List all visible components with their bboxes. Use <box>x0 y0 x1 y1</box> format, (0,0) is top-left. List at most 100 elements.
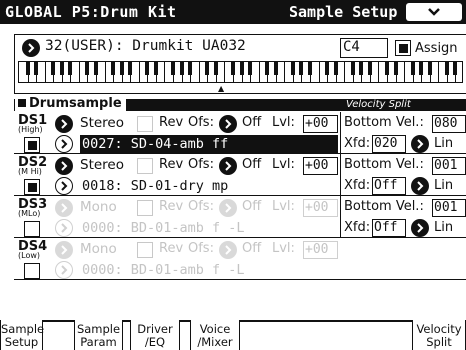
black-key[interactable] <box>248 62 253 75</box>
white-key-divider <box>258 62 260 82</box>
reverse-checkbox[interactable] <box>137 158 153 174</box>
sample-field[interactable]: 0027: SD-04-amb ff <box>80 135 338 153</box>
black-key[interactable] <box>350 62 355 75</box>
chevron-right-icon <box>28 43 35 53</box>
drumkit-select-button[interactable] <box>22 39 40 57</box>
black-key[interactable] <box>239 62 244 75</box>
black-key[interactable] <box>171 62 176 75</box>
black-key[interactable] <box>68 62 73 75</box>
black-key[interactable] <box>265 62 270 75</box>
mode-select-button[interactable] <box>55 157 73 175</box>
note-field[interactable]: C4 <box>340 38 388 58</box>
black-key[interactable] <box>153 62 158 75</box>
black-key[interactable] <box>230 62 235 75</box>
assign-toggle[interactable]: Assign <box>395 40 458 56</box>
curve-select-button[interactable] <box>411 135 429 153</box>
bottom-vel-label: Bottom Vel.: <box>344 199 424 214</box>
black-key[interactable] <box>333 62 338 75</box>
curve-select-button[interactable] <box>411 177 429 195</box>
black-key[interactable] <box>51 62 56 75</box>
level-label: Lvl: <box>272 157 295 172</box>
tab-voice-mixer[interactable]: Voice/Mixer <box>190 320 240 350</box>
level-field[interactable]: +00 <box>303 241 338 259</box>
black-key[interactable] <box>188 62 193 75</box>
black-key[interactable] <box>290 62 295 75</box>
level-label: Lvl: <box>272 115 295 130</box>
enable-checkbox[interactable] <box>24 221 40 237</box>
black-key[interactable] <box>145 62 150 75</box>
mode-select-button[interactable] <box>55 241 73 259</box>
black-key[interactable] <box>128 62 133 75</box>
sample-field[interactable]: 0000: BD-01-amb f -L <box>80 219 245 237</box>
chevron-right-icon <box>417 223 424 233</box>
enable-checkbox[interactable] <box>24 263 40 279</box>
chevron-right-icon <box>417 139 424 149</box>
offset-select-button[interactable] <box>219 157 237 175</box>
black-key[interactable] <box>367 62 372 75</box>
black-key[interactable] <box>299 62 304 75</box>
black-key[interactable] <box>359 62 364 75</box>
assign-checkbox[interactable] <box>395 40 411 56</box>
sample-select-button[interactable] <box>55 219 73 237</box>
black-key[interactable] <box>111 62 116 75</box>
black-key[interactable] <box>34 62 39 75</box>
tab-sample-setup[interactable]: Sample Setup <box>0 320 44 350</box>
white-key-divider <box>224 62 226 82</box>
black-key[interactable] <box>179 62 184 75</box>
black-key[interactable] <box>393 62 398 75</box>
keyboard[interactable] <box>18 61 463 83</box>
black-key[interactable] <box>384 62 389 75</box>
page-menu-button[interactable] <box>406 3 462 21</box>
offset-select-button[interactable] <box>219 241 237 259</box>
chevron-right-icon <box>61 223 68 233</box>
black-key[interactable] <box>94 62 99 75</box>
white-key-divider <box>378 62 380 82</box>
sample-select-button[interactable] <box>55 135 73 153</box>
xfade-field[interactable]: Off <box>372 177 406 195</box>
bottom-vel-field[interactable]: 001 <box>432 157 466 175</box>
tab-velocity-split[interactable]: Velocity Split <box>412 320 466 350</box>
enable-checkbox[interactable] <box>24 179 40 195</box>
curve-value: Lin <box>434 220 454 235</box>
offset-label: Ofs: <box>188 199 214 214</box>
drumkit-name: 32(USER): Drumkit UA032 <box>45 38 246 54</box>
drumsample-row: DS2 (M Hi) Stereo Rev Ofs: Off Lvl: +00 … <box>14 154 466 196</box>
black-key[interactable] <box>273 62 278 75</box>
offset-value: Off <box>242 199 262 214</box>
enable-checkbox[interactable] <box>24 137 40 153</box>
black-key[interactable] <box>119 62 124 75</box>
level-field[interactable]: +00 <box>303 199 338 217</box>
black-key[interactable] <box>85 62 90 75</box>
black-key[interactable] <box>307 62 312 75</box>
xfade-field[interactable]: Off <box>372 219 406 237</box>
offset-select-button[interactable] <box>219 115 237 133</box>
tab-sample-param[interactable]: Sample Param <box>74 320 123 350</box>
xfade-field[interactable]: 020 <box>372 135 406 153</box>
black-key[interactable] <box>410 62 415 75</box>
curve-select-button[interactable] <box>411 219 429 237</box>
reverse-checkbox[interactable] <box>137 242 153 258</box>
bottom-vel-field[interactable]: 080 <box>432 115 466 133</box>
offset-select-button[interactable] <box>219 199 237 217</box>
tab-driver-eq[interactable]: Driver/EQ <box>130 320 180 350</box>
black-key[interactable] <box>25 62 30 75</box>
reverse-checkbox[interactable] <box>137 116 153 132</box>
black-key[interactable] <box>427 62 432 75</box>
mode-select-button[interactable] <box>55 199 73 217</box>
sample-field[interactable]: 0000: BD-01-amb f -L <box>80 261 245 279</box>
black-key[interactable] <box>59 62 64 75</box>
level-field[interactable]: +00 <box>303 157 338 175</box>
black-key[interactable] <box>213 62 218 75</box>
sample-select-button[interactable] <box>55 177 73 195</box>
black-key[interactable] <box>444 62 449 75</box>
sample-field[interactable]: 0018: SD-01-dry mp <box>80 177 228 195</box>
bottom-vel-field[interactable]: 001 <box>432 199 466 217</box>
reverse-checkbox[interactable] <box>137 200 153 216</box>
mode-select-button[interactable] <box>55 115 73 133</box>
black-key[interactable] <box>205 62 210 75</box>
black-key[interactable] <box>325 62 330 75</box>
level-field[interactable]: +00 <box>303 115 338 133</box>
sample-select-button[interactable] <box>55 261 73 279</box>
black-key[interactable] <box>419 62 424 75</box>
black-key[interactable] <box>453 62 458 75</box>
